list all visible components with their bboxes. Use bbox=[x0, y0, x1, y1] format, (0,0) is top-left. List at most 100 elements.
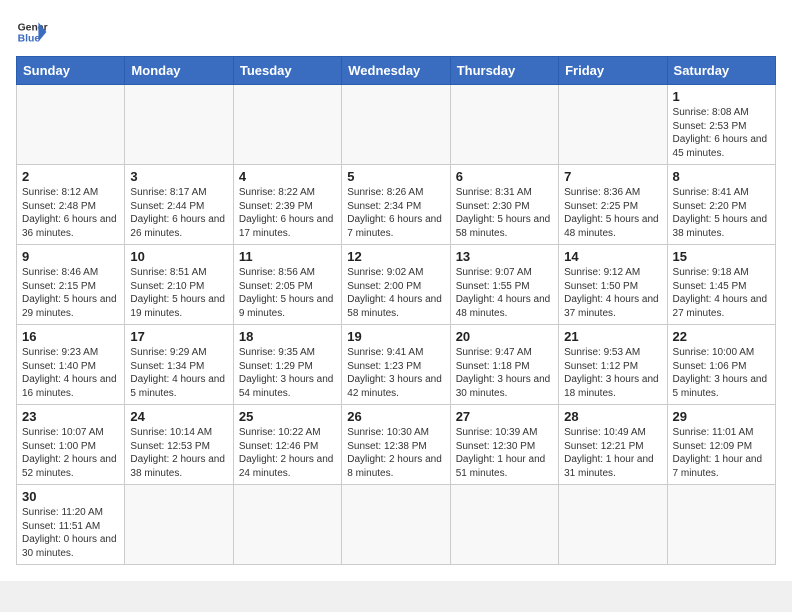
day-number: 27 bbox=[456, 409, 553, 424]
day-info: Sunrise: 9:41 AM Sunset: 1:23 PM Dayligh… bbox=[347, 346, 444, 400]
calendar-cell: 22Sunrise: 10:00 AM Sunset: 1:06 PM Dayl… bbox=[667, 325, 775, 405]
weekday-header-wednesday: Wednesday bbox=[342, 57, 450, 85]
calendar-container: General Blue SundayMondayTuesdayWednesda… bbox=[0, 0, 792, 581]
day-number: 8 bbox=[673, 169, 770, 184]
day-number: 20 bbox=[456, 329, 553, 344]
day-number: 14 bbox=[564, 249, 661, 264]
calendar-week-row: 23 Sunrise: 10:07 AM Sunset: 1:00 PM Dayl… bbox=[17, 405, 776, 485]
day-number: 12 bbox=[347, 249, 444, 264]
day-info: Sunrise: 10:30 AM Sunset: 12:38 PM Dayli… bbox=[347, 426, 444, 480]
day-info: Sunrise: 10:49 AM Sunset: 12:21 PM Dayli… bbox=[564, 426, 661, 480]
day-info: Sunrise: 10:14 AM Sunset: 12:53 PM Dayli… bbox=[130, 426, 227, 480]
calendar-cell bbox=[17, 85, 125, 165]
day-number: 21 bbox=[564, 329, 661, 344]
calendar-cell: 20 Sunrise: 9:47 AM Sunset: 1:18 PM Dayli… bbox=[450, 325, 558, 405]
weekday-header-friday: Friday bbox=[559, 57, 667, 85]
calendar-week-row: 2 Sunrise: 8:12 AM Sunset: 2:48 PM Daylig… bbox=[17, 165, 776, 245]
calendar-cell bbox=[233, 85, 341, 165]
calendar-week-row: 9 Sunrise: 8:46 AM Sunset: 2:15 PM Daylig… bbox=[17, 245, 776, 325]
day-info: Sunrise: 8:26 AM Sunset: 2:34 PM Dayligh… bbox=[347, 186, 444, 240]
calendar-week-row: 1 Sunrise: 8:08 AM Sunset: 2:53 PM Daylig… bbox=[17, 85, 776, 165]
calendar-cell bbox=[559, 485, 667, 565]
day-info: Sunrise: 9:18 AM Sunset: 1:45 PM Dayligh… bbox=[673, 266, 770, 320]
day-info: Sunrise: 10:00 AM Sunset: 1:06 PM Daylig… bbox=[673, 346, 770, 400]
calendar-cell: 9 Sunrise: 8:46 AM Sunset: 2:15 PM Daylig… bbox=[17, 245, 125, 325]
calendar-cell: 27 Sunrise: 10:39 AM Sunset: 12:30 PM Day… bbox=[450, 405, 558, 485]
day-info: Sunrise: 11:01 AM Sunset: 12:09 PM Dayli… bbox=[673, 426, 770, 480]
calendar-cell: 28 Sunrise: 10:49 AM Sunset: 12:21 PM Day… bbox=[559, 405, 667, 485]
calendar-cell bbox=[125, 485, 233, 565]
day-number: 9 bbox=[22, 249, 119, 264]
day-number: 13 bbox=[456, 249, 553, 264]
weekday-header-monday: Monday bbox=[125, 57, 233, 85]
calendar-cell: 6Sunrise: 8:31 AM Sunset: 2:30 PM Daylig… bbox=[450, 165, 558, 245]
calendar-cell: 5 Sunrise: 8:26 AM Sunset: 2:34 PM Daylig… bbox=[342, 165, 450, 245]
calendar-cell: 15 Sunrise: 9:18 AM Sunset: 1:45 PM Dayli… bbox=[667, 245, 775, 325]
day-info: Sunrise: 9:35 AM Sunset: 1:29 PM Dayligh… bbox=[239, 346, 336, 400]
day-number: 23 bbox=[22, 409, 119, 424]
calendar-cell bbox=[342, 485, 450, 565]
day-number: 1 bbox=[673, 89, 770, 104]
day-number: 24 bbox=[130, 409, 227, 424]
weekday-header-tuesday: Tuesday bbox=[233, 57, 341, 85]
header: General Blue bbox=[16, 16, 776, 48]
calendar-cell: 30Sunrise: 11:20 AM Sunset: 11:51 AM Day… bbox=[17, 485, 125, 565]
day-info: Sunrise: 9:12 AM Sunset: 1:50 PM Dayligh… bbox=[564, 266, 661, 320]
day-number: 25 bbox=[239, 409, 336, 424]
day-number: 3 bbox=[130, 169, 227, 184]
day-number: 5 bbox=[347, 169, 444, 184]
day-info: Sunrise: 8:51 AM Sunset: 2:10 PM Dayligh… bbox=[130, 266, 227, 320]
calendar-table: SundayMondayTuesdayWednesdayThursdayFrid… bbox=[16, 56, 776, 565]
calendar-cell bbox=[667, 485, 775, 565]
day-info: Sunrise: 8:08 AM Sunset: 2:53 PM Dayligh… bbox=[673, 106, 770, 160]
day-info: Sunrise: 8:46 AM Sunset: 2:15 PM Dayligh… bbox=[22, 266, 119, 320]
calendar-cell: 10 Sunrise: 8:51 AM Sunset: 2:10 PM Dayli… bbox=[125, 245, 233, 325]
day-info: Sunrise: 8:36 AM Sunset: 2:25 PM Dayligh… bbox=[564, 186, 661, 240]
calendar-cell: 7Sunrise: 8:36 AM Sunset: 2:25 PM Daylig… bbox=[559, 165, 667, 245]
calendar-cell: 3 Sunrise: 8:17 AM Sunset: 2:44 PM Daylig… bbox=[125, 165, 233, 245]
calendar-cell: 25Sunrise: 10:22 AM Sunset: 12:46 PM Day… bbox=[233, 405, 341, 485]
day-number: 15 bbox=[673, 249, 770, 264]
day-info: Sunrise: 9:07 AM Sunset: 1:55 PM Dayligh… bbox=[456, 266, 553, 320]
weekday-header-thursday: Thursday bbox=[450, 57, 558, 85]
day-info: Sunrise: 8:12 AM Sunset: 2:48 PM Dayligh… bbox=[22, 186, 119, 240]
calendar-week-row: 16Sunrise: 9:23 AM Sunset: 1:40 PM Dayli… bbox=[17, 325, 776, 405]
weekday-header-saturday: Saturday bbox=[667, 57, 775, 85]
calendar-cell: 17Sunrise: 9:29 AM Sunset: 1:34 PM Dayli… bbox=[125, 325, 233, 405]
day-info: Sunrise: 9:23 AM Sunset: 1:40 PM Dayligh… bbox=[22, 346, 119, 400]
calendar-week-row: 30Sunrise: 11:20 AM Sunset: 11:51 AM Day… bbox=[17, 485, 776, 565]
day-info: Sunrise: 9:53 AM Sunset: 1:12 PM Dayligh… bbox=[564, 346, 661, 400]
day-number: 10 bbox=[130, 249, 227, 264]
day-number: 18 bbox=[239, 329, 336, 344]
logo-icon: General Blue bbox=[16, 16, 48, 48]
calendar-cell bbox=[125, 85, 233, 165]
calendar-cell: 8 Sunrise: 8:41 AM Sunset: 2:20 PM Daylig… bbox=[667, 165, 775, 245]
calendar-cell: 23 Sunrise: 10:07 AM Sunset: 1:00 PM Dayl… bbox=[17, 405, 125, 485]
calendar-cell: 1 Sunrise: 8:08 AM Sunset: 2:53 PM Daylig… bbox=[667, 85, 775, 165]
day-info: Sunrise: 8:17 AM Sunset: 2:44 PM Dayligh… bbox=[130, 186, 227, 240]
calendar-cell: 21 Sunrise: 9:53 AM Sunset: 1:12 PM Dayli… bbox=[559, 325, 667, 405]
day-number: 17 bbox=[130, 329, 227, 344]
calendar-cell: 13 Sunrise: 9:07 AM Sunset: 1:55 PM Dayli… bbox=[450, 245, 558, 325]
calendar-cell: 26Sunrise: 10:30 AM Sunset: 12:38 PM Day… bbox=[342, 405, 450, 485]
calendar-cell bbox=[342, 85, 450, 165]
day-info: Sunrise: 10:07 AM Sunset: 1:00 PM Daylig… bbox=[22, 426, 119, 480]
calendar-cell: 4Sunrise: 8:22 AM Sunset: 2:39 PM Daylig… bbox=[233, 165, 341, 245]
day-number: 30 bbox=[22, 489, 119, 504]
day-info: Sunrise: 9:02 AM Sunset: 2:00 PM Dayligh… bbox=[347, 266, 444, 320]
calendar-cell bbox=[233, 485, 341, 565]
day-info: Sunrise: 10:39 AM Sunset: 12:30 PM Dayli… bbox=[456, 426, 553, 480]
day-info: Sunrise: 8:22 AM Sunset: 2:39 PM Dayligh… bbox=[239, 186, 336, 240]
calendar-cell: 14 Sunrise: 9:12 AM Sunset: 1:50 PM Dayli… bbox=[559, 245, 667, 325]
calendar-cell bbox=[450, 85, 558, 165]
day-info: Sunrise: 8:41 AM Sunset: 2:20 PM Dayligh… bbox=[673, 186, 770, 240]
day-info: Sunrise: 8:31 AM Sunset: 2:30 PM Dayligh… bbox=[456, 186, 553, 240]
calendar-cell: 19Sunrise: 9:41 AM Sunset: 1:23 PM Dayli… bbox=[342, 325, 450, 405]
calendar-cell: 24 Sunrise: 10:14 AM Sunset: 12:53 PM Day… bbox=[125, 405, 233, 485]
day-number: 11 bbox=[239, 249, 336, 264]
calendar-cell: 18 Sunrise: 9:35 AM Sunset: 1:29 PM Dayli… bbox=[233, 325, 341, 405]
day-number: 28 bbox=[564, 409, 661, 424]
day-number: 2 bbox=[22, 169, 119, 184]
calendar-cell bbox=[450, 485, 558, 565]
day-info: Sunrise: 9:47 AM Sunset: 1:18 PM Dayligh… bbox=[456, 346, 553, 400]
